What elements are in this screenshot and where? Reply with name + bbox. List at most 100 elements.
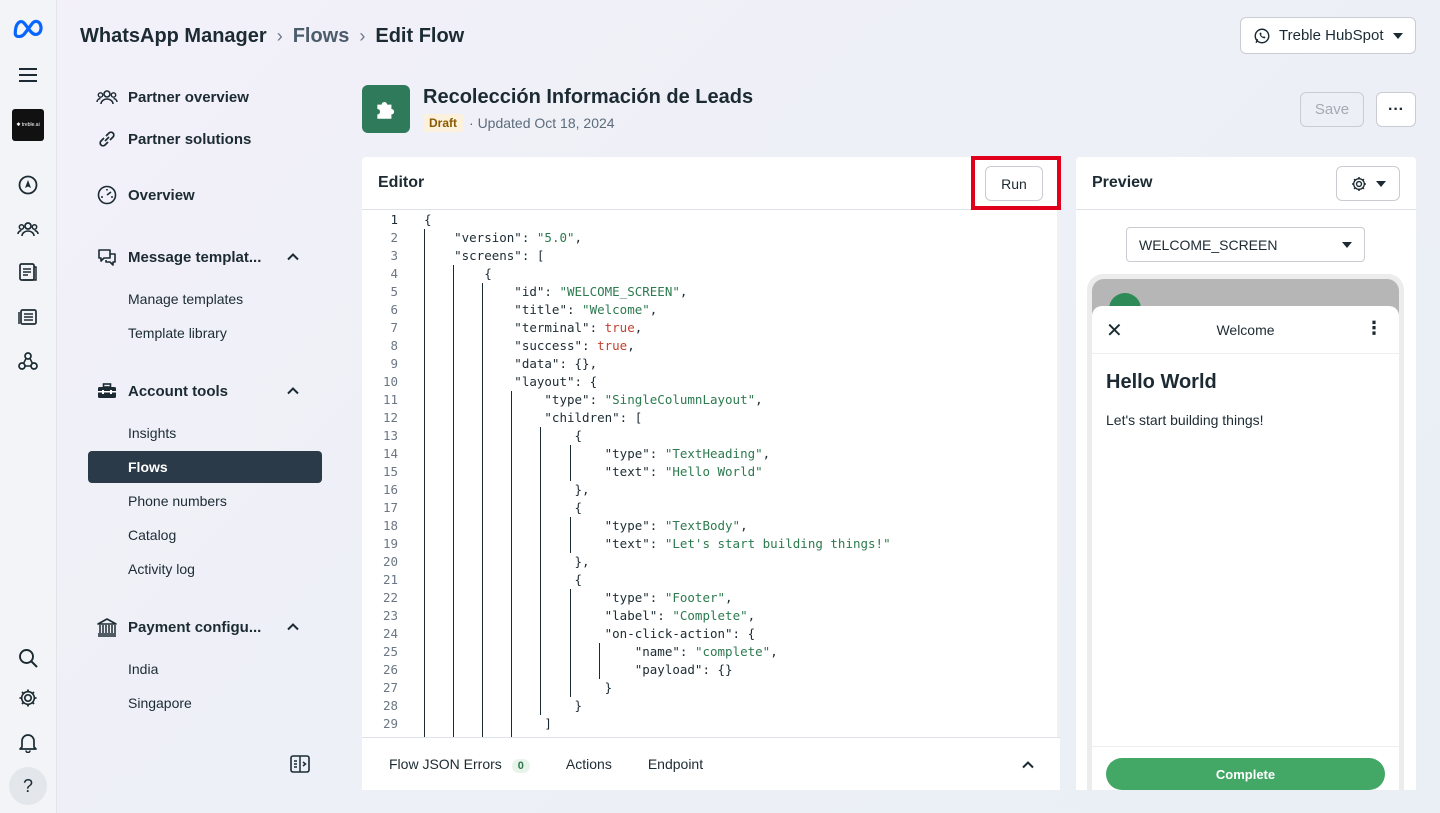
flow-sheet: ✕ Welcome ⋮ Hello World Let's start buil… — [1092, 306, 1399, 790]
sidebar-item-label: Partner solutions — [128, 130, 252, 148]
updated-timestamp: · Updated Oct 18, 2024 — [469, 115, 615, 131]
line-number: 1 — [390, 212, 398, 227]
help-icon[interactable]: ? — [9, 767, 47, 805]
line-number: 29 — [382, 716, 398, 731]
chevron-up-icon[interactable] — [286, 620, 300, 634]
code-line: 4 { — [362, 265, 1060, 283]
people-icon — [96, 90, 118, 105]
code-text: "title": "Welcome", — [424, 302, 658, 317]
chevron-up-icon[interactable] — [1021, 758, 1035, 772]
run-button[interactable]: Run — [985, 166, 1043, 201]
code-line: 8 "success": true, — [362, 337, 1060, 355]
tab-flow-json-errors[interactable]: Flow JSON Errors 0 — [389, 756, 530, 773]
network-icon[interactable] — [8, 344, 48, 378]
sidebar-item-overview[interactable]: Overview — [88, 179, 322, 211]
sidebar-item-manage-templates[interactable]: Manage templates — [88, 283, 322, 315]
collapse-sidebar-icon[interactable] — [289, 753, 311, 775]
list-icon[interactable] — [8, 300, 48, 334]
whatsapp-icon — [1254, 28, 1270, 43]
line-number: 4 — [390, 266, 398, 281]
sidebar-item-flows[interactable]: Flows — [88, 451, 322, 483]
sidebar-item-singapore[interactable]: Singapore — [88, 687, 322, 719]
sidebar-item-label: Overview — [128, 186, 195, 204]
code-text: "success": true, — [424, 338, 635, 353]
sidebar-item-activity-log[interactable]: Activity log — [88, 553, 322, 585]
preview-panel: Preview WELCOME_SCREEN ✕ Welcome ⋮ Hello… — [1076, 157, 1416, 790]
flow-meta: Draft · Updated Oct 18, 2024 — [423, 114, 615, 132]
chevron-up-icon[interactable] — [286, 250, 300, 264]
code-text: "layout": { — [424, 374, 598, 389]
sidebar-item-label: Message templat... — [128, 248, 262, 266]
sidebar-item-template-library[interactable]: Template library — [88, 317, 322, 349]
code-line: 17 { — [362, 499, 1060, 517]
line-number: 11 — [382, 392, 398, 407]
search-icon[interactable] — [8, 641, 48, 675]
line-number: 15 — [382, 464, 398, 479]
line-number: 5 — [390, 284, 398, 299]
gear-icon[interactable] — [8, 681, 48, 715]
hamburger-menu-icon[interactable] — [8, 58, 48, 92]
code-line: 21 { — [362, 571, 1060, 589]
line-number: 17 — [382, 500, 398, 515]
sidebar-item-india[interactable]: India — [88, 653, 322, 685]
sidebar-item-insights[interactable]: Insights — [88, 417, 322, 449]
compass-icon[interactable] — [8, 168, 48, 202]
sidebar-item-partner-overview[interactable]: Partner overview — [88, 81, 322, 113]
line-number: 6 — [390, 302, 398, 317]
line-number: 21 — [382, 572, 398, 587]
book-icon[interactable] — [8, 255, 48, 289]
editor-title: Editor — [378, 174, 425, 191]
sidebar-item-label: Template library — [128, 325, 227, 341]
sheet-header: ✕ Welcome ⋮ — [1092, 306, 1399, 354]
line-number: 19 — [382, 536, 398, 551]
code-line: 12 "children": [ — [362, 409, 1060, 427]
gauge-icon — [97, 185, 117, 205]
screen-select[interactable]: WELCOME_SCREEN — [1126, 227, 1365, 262]
code-text: "type": "SingleColumnLayout", — [424, 392, 763, 407]
sidebar-item-label: Payment configu... — [128, 618, 262, 636]
people-icon[interactable] — [8, 212, 48, 246]
line-number: 18 — [382, 518, 398, 533]
editor-footer-tabs: Flow JSON Errors 0 Actions Endpoint — [362, 737, 1060, 790]
sidebar-item-catalog[interactable]: Catalog — [88, 519, 322, 551]
meta-logo-icon[interactable] — [8, 10, 48, 44]
complete-button[interactable]: Complete — [1106, 758, 1385, 790]
sidebar-item-account-tools[interactable]: Account tools — [88, 375, 322, 407]
preview-settings-button[interactable] — [1336, 166, 1400, 201]
sidebar-item-label: Insights — [128, 425, 177, 441]
line-number: 10 — [382, 374, 398, 389]
code-editor[interactable]: 1{2 "version": "5.0", 3 "screens": [4 {5 … — [362, 210, 1060, 737]
tab-endpoint[interactable]: Endpoint — [648, 756, 703, 772]
sidebar-item-label: Account tools — [128, 382, 228, 400]
sidebar-item-payment-configuration[interactable]: Payment configu... — [88, 611, 322, 643]
code-text: "data": {}, — [424, 356, 598, 371]
more-options-button[interactable]: ··· — [1376, 92, 1416, 127]
screen-select-value: WELCOME_SCREEN — [1139, 236, 1278, 253]
breadcrumb-whatsapp-manager[interactable]: WhatsApp Manager — [80, 25, 267, 48]
save-button[interactable]: Save — [1300, 92, 1364, 127]
code-text: "text": "Hello World" — [424, 464, 763, 479]
code-text: "name": "complete", — [424, 644, 778, 659]
line-number: 9 — [390, 356, 398, 371]
indent-guide — [540, 427, 542, 715]
icon-rail: ✱ treble.ai ? — [0, 0, 57, 813]
gear-icon — [1352, 176, 1366, 191]
sidebar-item-partner-solutions[interactable]: Partner solutions — [88, 123, 322, 155]
line-number: 20 — [382, 554, 398, 569]
business-avatar[interactable]: ✱ treble.ai — [12, 109, 44, 141]
line-number: 2 — [390, 230, 398, 245]
bell-icon[interactable] — [8, 725, 48, 759]
chevron-up-icon[interactable] — [286, 384, 300, 398]
line-number: 23 — [382, 608, 398, 623]
link-icon — [99, 131, 115, 147]
sidebar-item-phone-numbers[interactable]: Phone numbers — [88, 485, 322, 517]
breadcrumb-edit-flow: Edit Flow — [375, 24, 465, 47]
sidebar-item-message-templates[interactable]: Message templat... — [88, 241, 322, 273]
breadcrumb-flows[interactable]: Flows — [293, 25, 350, 48]
code-line: 20 }, — [362, 553, 1060, 571]
account-switcher-button[interactable]: Treble HubSpot — [1240, 17, 1416, 54]
tab-actions[interactable]: Actions — [566, 756, 612, 772]
code-line: 2 "version": "5.0", — [362, 229, 1060, 247]
kebab-menu-icon[interactable]: ⋮ — [1365, 318, 1383, 339]
code-text: "type": "TextBody", — [424, 518, 748, 533]
